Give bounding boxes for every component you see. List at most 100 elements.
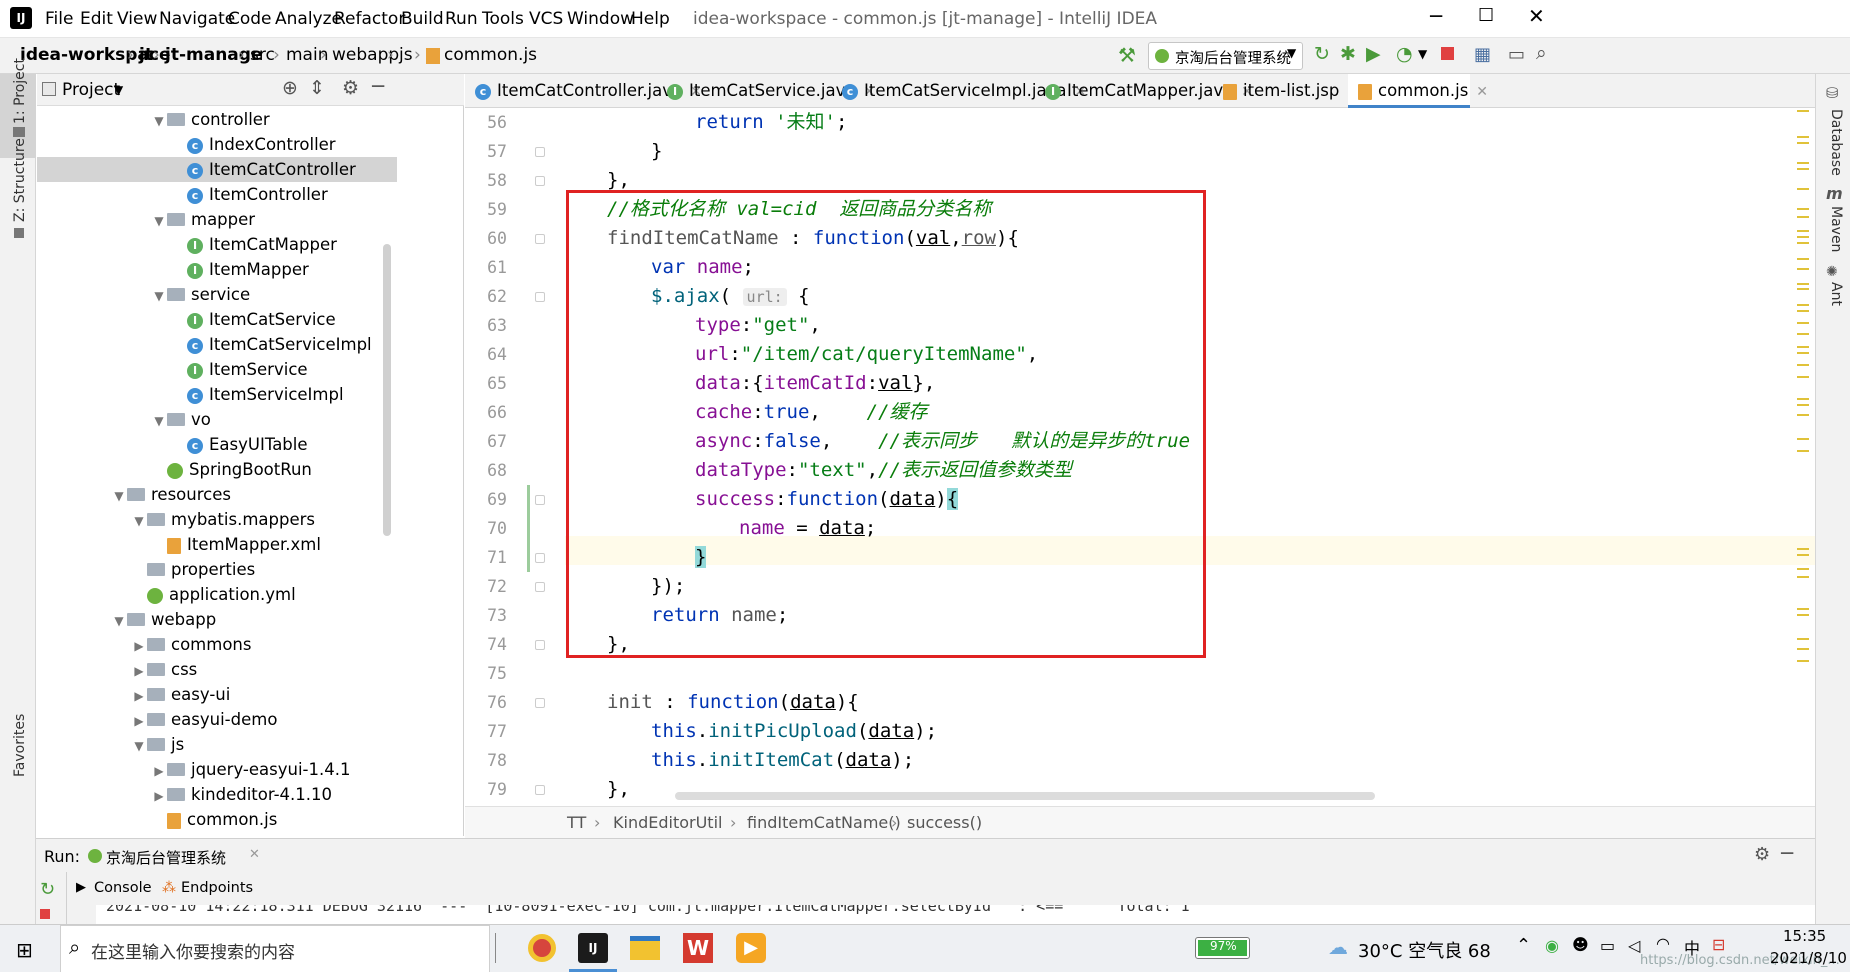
- wps-icon[interactable]: W: [683, 933, 713, 963]
- menu-file[interactable]: File: [45, 9, 73, 29]
- fold-marker-icon[interactable]: [535, 234, 545, 244]
- warning-marker[interactable]: [1797, 576, 1809, 578]
- qq-icon[interactable]: ☻: [1572, 935, 1589, 954]
- fold-marker-icon[interactable]: [535, 147, 545, 157]
- breadcrumb-item[interactable]: TT: [567, 813, 586, 832]
- debug-bug-icon[interactable]: ✱: [1340, 43, 1356, 65]
- chevron-down-icon[interactable]: ▼: [151, 409, 167, 434]
- warning-marker[interactable]: [1797, 608, 1809, 610]
- warning-marker[interactable]: [1797, 404, 1809, 406]
- chevron-right-icon[interactable]: ▶: [131, 709, 147, 734]
- warning-marker[interactable]: [1797, 346, 1809, 348]
- tree-item[interactable]: ▶ css: [37, 657, 397, 682]
- warning-marker[interactable]: [1797, 398, 1809, 400]
- tab-itemcatcontroller[interactable]: c ItemCatController.java ✕: [465, 74, 702, 108]
- stop-icon[interactable]: [40, 909, 50, 919]
- chevron-right-icon[interactable]: ▶: [131, 684, 147, 709]
- chevron-up-icon[interactable]: ⌃: [1516, 935, 1531, 956]
- warning-marker[interactable]: [1797, 614, 1809, 616]
- battery-icon[interactable]: 97%: [1195, 937, 1250, 959]
- warning-marker[interactable]: [1797, 304, 1809, 306]
- fold-marker-icon[interactable]: [535, 495, 545, 505]
- tree-item[interactable]: c ItemController: [37, 182, 397, 207]
- error-stripe[interactable]: [1797, 108, 1811, 804]
- tree-item[interactable]: ▶ commons: [37, 632, 397, 657]
- warning-marker[interactable]: [1797, 310, 1809, 312]
- tree-item[interactable]: ▶ jquery-easyui-1.4.1: [37, 757, 397, 782]
- warning-marker[interactable]: [1797, 438, 1809, 440]
- tree-item[interactable]: application.yml: [37, 582, 397, 607]
- breadcrumb-item[interactable]: success(): [907, 813, 982, 832]
- tree-item[interactable]: I ItemCatMapper: [37, 232, 397, 257]
- warning-marker[interactable]: [1797, 283, 1809, 285]
- wifi-icon[interactable]: ◠: [1656, 934, 1670, 953]
- tree-item[interactable]: ▼ vo: [37, 407, 397, 432]
- warning-marker[interactable]: [1797, 142, 1809, 144]
- rerun-icon[interactable]: ↻: [1314, 43, 1330, 65]
- minimize-icon[interactable]: ─: [1430, 4, 1442, 28]
- terminal-icon[interactable]: ▭: [1508, 44, 1525, 65]
- hide-panel-icon[interactable]: ─: [372, 74, 384, 98]
- tree-item[interactable]: ▼ mybatis.mappers: [37, 507, 397, 532]
- project-structure-icon[interactable]: ▦: [1474, 44, 1491, 65]
- menu-navigate[interactable]: Navigate: [159, 9, 235, 29]
- warning-marker[interactable]: [1797, 548, 1809, 550]
- warning-marker[interactable]: [1797, 414, 1809, 416]
- maximize-icon[interactable]: ☐: [1478, 5, 1494, 26]
- warning-marker[interactable]: [1797, 450, 1809, 452]
- menu-tools[interactable]: Tools: [482, 9, 524, 29]
- crumb-module[interactable]: jt-manage: [165, 45, 262, 65]
- tree-item[interactable]: ▼ resources: [37, 482, 397, 507]
- fold-marker-icon[interactable]: [535, 640, 545, 650]
- warning-marker[interactable]: [1797, 322, 1809, 324]
- search-icon[interactable]: ⌕: [1536, 42, 1547, 64]
- tree-item[interactable]: c EasyUITable: [37, 432, 397, 457]
- tree-item[interactable]: c ItemServiceImpl: [37, 382, 397, 407]
- menu-run[interactable]: Run: [445, 9, 478, 29]
- chrome-icon[interactable]: [528, 934, 556, 962]
- chevron-down-icon[interactable]: ▼: [151, 109, 167, 134]
- close-tab-icon[interactable]: ✕: [1476, 84, 1488, 100]
- hide-panel-icon[interactable]: ─: [1781, 841, 1793, 865]
- tree-item[interactable]: ▶ easyui-demo: [37, 707, 397, 732]
- tree-item[interactable]: ▼ controller: [37, 107, 397, 132]
- tab-itemcatmapper[interactable]: I ItemCatMapper.java ✕: [1035, 74, 1253, 108]
- tree-item[interactable]: I ItemCatService: [37, 307, 397, 332]
- maven-tool-label[interactable]: Maven: [1828, 206, 1844, 252]
- run-config-tab[interactable]: 京淘后台管理系统: [106, 847, 226, 868]
- crumb-file[interactable]: common.js: [444, 45, 537, 65]
- warning-marker[interactable]: [1797, 168, 1809, 170]
- warning-marker[interactable]: [1797, 364, 1809, 366]
- stop-icon[interactable]: [1441, 47, 1454, 60]
- tree-item[interactable]: common.js: [37, 807, 397, 832]
- warning-marker[interactable]: [1797, 242, 1809, 244]
- breadcrumb-item[interactable]: KindEditorUtil: [613, 813, 722, 832]
- tree-item[interactable]: ▼ js: [37, 732, 397, 757]
- ant-tool-label[interactable]: Ant: [1828, 282, 1844, 306]
- build-hammer-icon[interactable]: ⚒: [1118, 43, 1136, 67]
- crumb-js[interactable]: js: [399, 45, 413, 65]
- tree-item[interactable]: ▶ kindeditor-4.1.10: [37, 782, 397, 807]
- taskbar-search-box[interactable]: ⌕ 在这里输入你要搜索的内容: [60, 925, 490, 972]
- menu-help[interactable]: Help: [631, 9, 670, 29]
- warning-marker[interactable]: [1797, 208, 1809, 210]
- chevron-right-icon[interactable]: ▶: [151, 759, 167, 784]
- breadcrumb-item[interactable]: findItemCatName(): [747, 813, 901, 832]
- tree-item[interactable]: c ItemCatController: [37, 157, 397, 182]
- tree-item[interactable]: ▼ mapper: [37, 207, 397, 232]
- file-explorer-icon[interactable]: [630, 936, 660, 960]
- chevron-down-icon[interactable]: ▼: [111, 609, 127, 634]
- warning-marker[interactable]: [1797, 352, 1809, 354]
- warning-marker[interactable]: [1797, 376, 1809, 378]
- menu-analyze[interactable]: Analyze: [275, 9, 342, 29]
- menu-window[interactable]: Window: [567, 9, 634, 29]
- gear-icon[interactable]: ⚙: [1754, 844, 1770, 865]
- endpoints-tab[interactable]: Endpoints: [181, 880, 253, 896]
- chevron-down-icon[interactable]: ▼: [151, 209, 167, 234]
- profile-icon[interactable]: ◔: [1396, 43, 1413, 65]
- fold-marker-icon[interactable]: [535, 176, 545, 186]
- rerun-icon[interactable]: ↻: [40, 879, 55, 900]
- chevron-right-icon[interactable]: ▶: [131, 659, 147, 684]
- project-tool-label[interactable]: 1: Project: [12, 58, 28, 124]
- tray-app-icon[interactable]: ◉: [1545, 936, 1559, 955]
